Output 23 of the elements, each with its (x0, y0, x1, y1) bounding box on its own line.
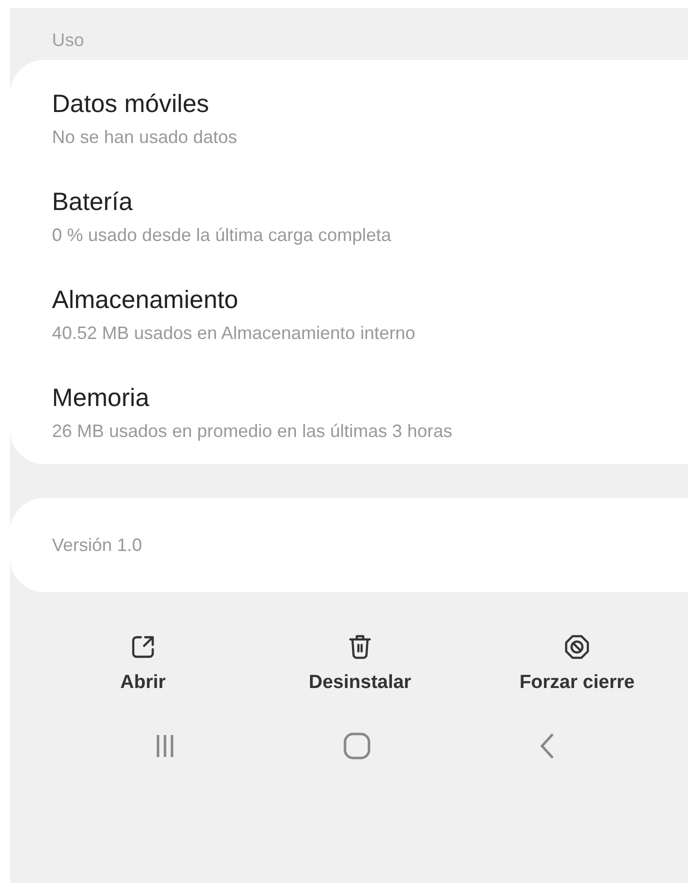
usage-item[interactable]: Almacenamiento 40.52 MB usados en Almacenamiento interno (52, 284, 688, 382)
usage-item[interactable]: Datos móviles No se han usado datos (52, 88, 688, 186)
force-stop-button[interactable]: Forzar cierre (477, 626, 677, 702)
section-header: Uso (51, 29, 86, 52)
recent-apps-icon[interactable] (155, 734, 175, 758)
item-subtitle: 40.52 MB usados en Almacenamiento interno (52, 322, 416, 345)
open-button[interactable]: Abrir (43, 626, 243, 702)
back-icon[interactable] (539, 733, 555, 759)
item-subtitle: 26 MB usados en promedio en las últimas 3 horas (52, 420, 454, 443)
item-title: Batería (52, 187, 134, 218)
item-subtitle: 0 % usado desde la última carga completa (52, 224, 392, 247)
item-title: Memoria (52, 383, 150, 414)
usage-item[interactable]: Batería 0 % usado desde la última carga completa (52, 186, 688, 284)
version-text: Versión 1.0 (52, 534, 142, 556)
item-title: Almacenamiento (52, 285, 240, 316)
item-title: Datos móviles (52, 89, 210, 120)
stop-icon (564, 634, 590, 660)
uninstall-button[interactable]: Desinstalar (260, 626, 460, 702)
item-subtitle: No se han usado datos (52, 126, 238, 149)
trash-icon (347, 634, 373, 660)
usage-item[interactable]: Memoria 26 MB usados en promedio en las últimas 3 horas (52, 382, 688, 444)
home-icon[interactable] (343, 732, 371, 760)
open-external-icon (130, 634, 156, 660)
